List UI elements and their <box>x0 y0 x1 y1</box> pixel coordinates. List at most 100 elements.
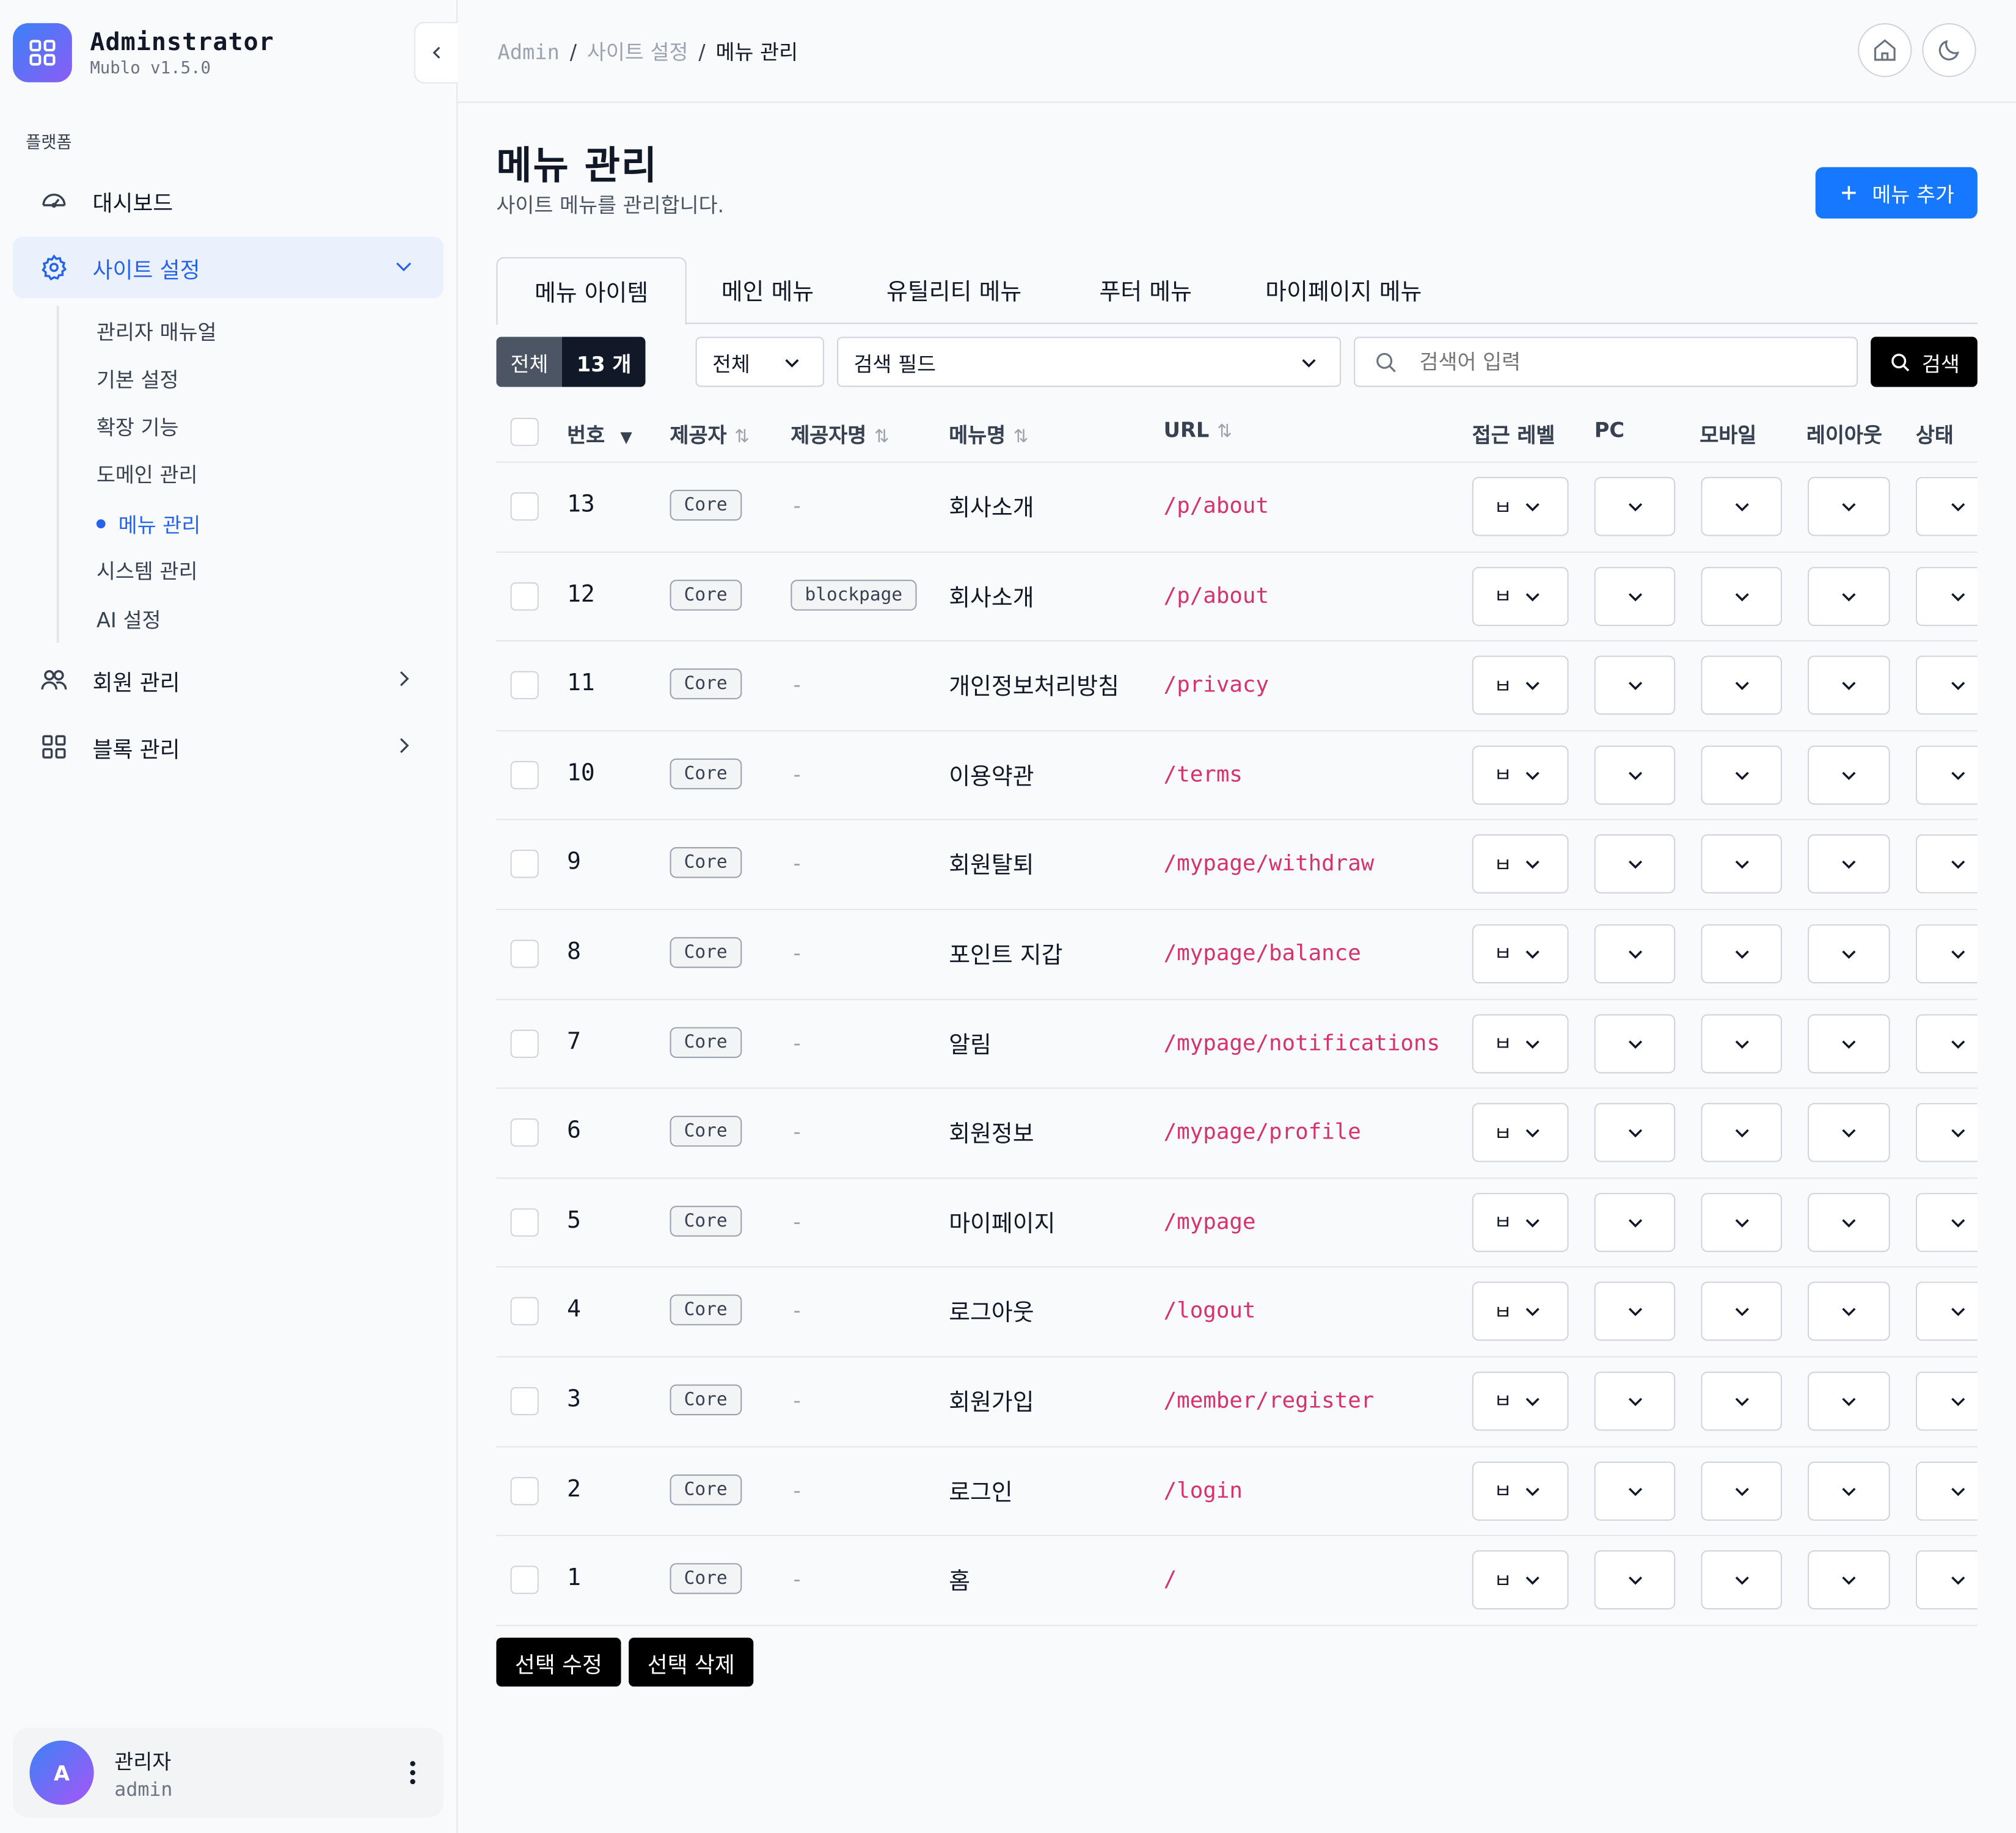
column-header-provider-name[interactable]: 제공자명 ⇅ <box>791 418 889 449</box>
status-select[interactable] <box>1915 924 1978 983</box>
sidebar-item-blocks[interactable]: 블록 관리 <box>13 716 444 778</box>
pc-visibility-select[interactable] <box>1594 834 1676 894</box>
access-level-select[interactable]: ㅂ <box>1472 655 1569 715</box>
mobile-visibility-select[interactable] <box>1701 834 1782 894</box>
menu-url[interactable]: /mypage <box>1164 1209 1256 1235</box>
mobile-visibility-select[interactable] <box>1701 1013 1782 1073</box>
scope-select[interactable]: 전체 <box>695 337 825 387</box>
tab-mypage-menu[interactable]: 마이페이지 메뉴 <box>1250 257 1437 323</box>
status-select[interactable] <box>1915 1460 1978 1520</box>
breadcrumb-root[interactable]: Admin <box>497 40 559 64</box>
layout-select[interactable] <box>1808 1371 1890 1431</box>
access-level-select[interactable]: ㅂ <box>1472 1103 1569 1162</box>
bulk-delete-button[interactable]: 선택 삭제 <box>629 1638 754 1687</box>
sidebar-item-site-settings[interactable]: 사이트 설정 <box>13 236 444 299</box>
menu-url[interactable]: /p/about <box>1164 583 1269 609</box>
row-checkbox[interactable] <box>510 1297 539 1326</box>
layout-select[interactable] <box>1808 1282 1890 1341</box>
bulk-edit-button[interactable]: 선택 수정 <box>496 1638 621 1687</box>
column-header-menu-name[interactable]: 메뉴명 ⇅ <box>949 418 1028 449</box>
menu-url[interactable]: /p/about <box>1164 494 1269 519</box>
tab-main-menu[interactable]: 메인 메뉴 <box>697 257 839 323</box>
mobile-visibility-select[interactable] <box>1701 1192 1782 1252</box>
column-header-no[interactable]: 번호 ▼ <box>567 418 632 449</box>
tab-menu-items[interactable]: 메뉴 아이템 <box>496 257 687 326</box>
mobile-visibility-select[interactable] <box>1701 924 1782 983</box>
column-header-url[interactable]: URL ⇅ <box>1164 418 1232 442</box>
layout-select[interactable] <box>1808 1192 1890 1252</box>
status-select[interactable] <box>1915 1550 1978 1610</box>
submenu-item-manual[interactable]: 관리자 매뉴얼 <box>97 315 217 346</box>
submenu-item-ai-settings[interactable]: AI 설정 <box>97 603 161 634</box>
pc-visibility-select[interactable] <box>1594 1282 1676 1341</box>
status-select[interactable] <box>1915 1282 1978 1341</box>
access-level-select[interactable]: ㅂ <box>1472 1371 1569 1431</box>
layout-select[interactable] <box>1808 1460 1890 1520</box>
status-select[interactable] <box>1915 745 1978 805</box>
row-checkbox[interactable] <box>510 581 539 610</box>
pc-visibility-select[interactable] <box>1594 1460 1676 1520</box>
row-checkbox[interactable] <box>510 1118 539 1147</box>
status-select[interactable] <box>1915 1013 1978 1073</box>
submenu-item-basic-settings[interactable]: 기본 설정 <box>97 362 179 393</box>
row-checkbox[interactable] <box>510 1387 539 1416</box>
sidebar-item-members[interactable]: 회원 관리 <box>13 649 444 711</box>
search-button[interactable]: 검색 <box>1871 337 1978 387</box>
row-checkbox[interactable] <box>510 1029 539 1058</box>
submenu-item-menu-management[interactable]: 메뉴 관리 <box>96 508 200 539</box>
status-select[interactable] <box>1915 476 1978 536</box>
mobile-visibility-select[interactable] <box>1701 745 1782 805</box>
row-checkbox[interactable] <box>510 671 539 700</box>
theme-toggle-button[interactable] <box>1922 23 1976 78</box>
menu-url[interactable]: /logout <box>1164 1299 1256 1324</box>
pc-visibility-select[interactable] <box>1594 1550 1676 1610</box>
mobile-visibility-select[interactable] <box>1701 1460 1782 1520</box>
row-checkbox[interactable] <box>510 492 539 521</box>
search-input[interactable] <box>1417 348 1808 376</box>
pc-visibility-select[interactable] <box>1594 1013 1676 1073</box>
layout-select[interactable] <box>1808 1013 1890 1073</box>
menu-url[interactable]: /mypage/notifications <box>1164 1030 1440 1056</box>
breadcrumb-parent[interactable]: 사이트 설정 <box>587 40 688 64</box>
add-menu-button[interactable]: 메뉴 추가 <box>1815 167 1978 219</box>
layout-select[interactable] <box>1808 1103 1890 1162</box>
layout-select[interactable] <box>1808 924 1890 983</box>
tab-utility-menu[interactable]: 유틸리티 메뉴 <box>864 257 1044 323</box>
search-field-select[interactable]: 검색 필드 <box>837 337 1342 387</box>
access-level-select[interactable]: ㅂ <box>1472 1282 1569 1341</box>
row-checkbox[interactable] <box>510 760 539 789</box>
menu-url[interactable]: / <box>1164 1567 1177 1593</box>
status-select[interactable] <box>1915 834 1978 894</box>
access-level-select[interactable]: ㅂ <box>1472 1550 1569 1610</box>
layout-select[interactable] <box>1808 745 1890 805</box>
select-all-checkbox[interactable] <box>510 417 539 446</box>
row-checkbox[interactable] <box>510 850 539 879</box>
pc-visibility-select[interactable] <box>1594 924 1676 983</box>
layout-select[interactable] <box>1808 655 1890 715</box>
access-level-select[interactable]: ㅂ <box>1472 924 1569 983</box>
layout-select[interactable] <box>1808 1550 1890 1610</box>
more-vertical-icon[interactable] <box>400 1757 426 1793</box>
brand[interactable]: Adminstrator Mublo v1.5.0 <box>13 23 274 82</box>
menu-url[interactable]: /login <box>1164 1478 1243 1503</box>
status-select[interactable] <box>1915 1371 1978 1431</box>
user-card[interactable]: A 관리자 admin <box>13 1727 444 1818</box>
sidebar-item-dashboard[interactable]: 대시보드 <box>13 170 444 231</box>
status-select[interactable] <box>1915 1103 1978 1162</box>
column-header-provider[interactable]: 제공자 ⇅ <box>670 418 749 449</box>
access-level-select[interactable]: ㅂ <box>1472 1013 1569 1073</box>
tab-footer-menu[interactable]: 푸터 메뉴 <box>1075 257 1216 323</box>
access-level-select[interactable]: ㅂ <box>1472 476 1569 536</box>
mobile-visibility-select[interactable] <box>1701 655 1782 715</box>
pc-visibility-select[interactable] <box>1594 476 1676 536</box>
row-checkbox[interactable] <box>510 1208 539 1237</box>
status-select[interactable] <box>1915 655 1978 715</box>
layout-select[interactable] <box>1808 476 1890 536</box>
home-button[interactable] <box>1858 23 1912 78</box>
submenu-item-extensions[interactable]: 확장 기능 <box>97 410 179 441</box>
submenu-item-domains[interactable]: 도메인 관리 <box>97 457 198 489</box>
mobile-visibility-select[interactable] <box>1701 1550 1782 1610</box>
menu-url[interactable]: /mypage/withdraw <box>1164 851 1375 877</box>
row-checkbox[interactable] <box>510 1565 539 1594</box>
row-checkbox[interactable] <box>510 939 539 968</box>
